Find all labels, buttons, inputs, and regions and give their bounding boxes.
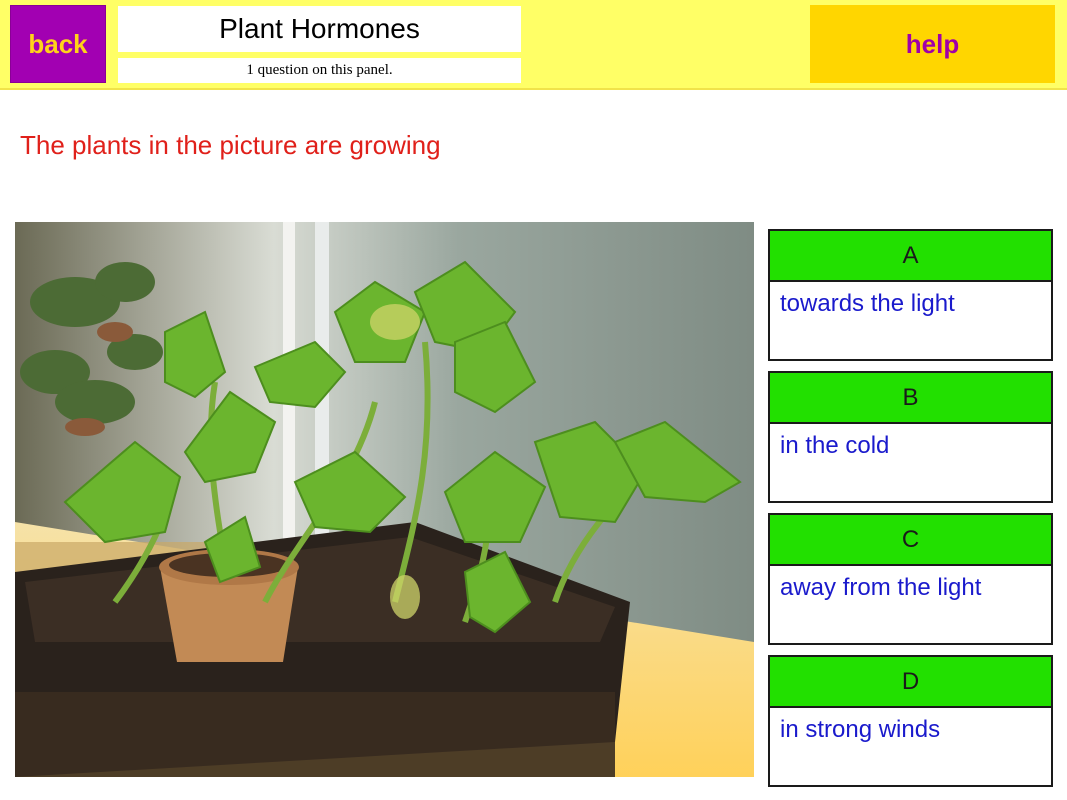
- answer-b-text: in the cold: [780, 432, 890, 459]
- answer-a[interactable]: A towards the light: [768, 229, 1053, 361]
- plant-photo: [15, 222, 754, 777]
- help-button[interactable]: help: [810, 5, 1055, 83]
- answer-c[interactable]: C away from the light: [768, 513, 1053, 645]
- answer-b-letter: B: [770, 373, 1051, 424]
- answer-a-text: towards the light: [780, 290, 955, 317]
- answer-b[interactable]: B in the cold: [768, 371, 1053, 503]
- answer-a-letter: A: [770, 231, 1051, 282]
- answer-c-text: away from the light: [780, 574, 982, 601]
- page-subtitle: 1 question on this panel.: [118, 58, 521, 83]
- top-bar: back Plant Hormones 1 question on this p…: [0, 0, 1067, 90]
- question-text: The plants in the picture are growing: [20, 130, 441, 160]
- answer-d-letter: D: [770, 657, 1051, 708]
- back-button[interactable]: back: [10, 5, 106, 83]
- answer-d-text: in strong winds: [780, 716, 941, 743]
- answer-d[interactable]: D in strong winds: [768, 655, 1053, 787]
- page-title: Plant Hormones: [118, 6, 521, 52]
- answer-c-letter: C: [770, 515, 1051, 566]
